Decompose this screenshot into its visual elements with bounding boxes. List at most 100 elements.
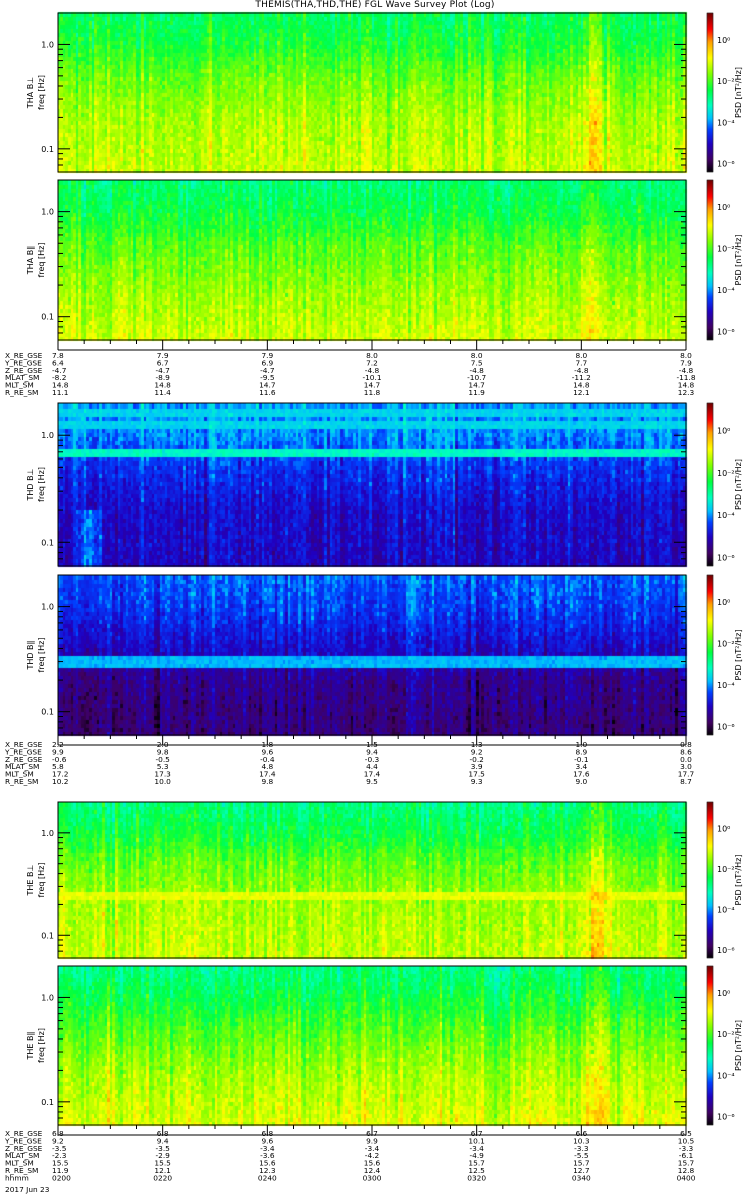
panel-component-label: THD B⊥ bbox=[26, 468, 35, 501]
y-axis-label: freq [Hz] bbox=[37, 243, 46, 278]
spectrogram-panel-2: 1.0 0.1 THD B⊥ freq [Hz] 10⁰ 10⁻² 10⁻⁴ 10⁻⁶ PSD … bbox=[26, 402, 743, 567]
y-tick-label: 1.0 bbox=[41, 603, 54, 612]
ephemeris-value: 11.1 bbox=[52, 388, 69, 397]
colorbar-tick-label: 10⁰ bbox=[717, 598, 730, 607]
ephemeris-value: 0340 bbox=[572, 1173, 591, 1182]
ephemeris-value: 9.0 bbox=[575, 777, 587, 786]
colorbar-tick-label: 10⁻² bbox=[717, 77, 735, 86]
ephemeris-value: 0300 bbox=[363, 1173, 382, 1182]
ephemeris-value: 9.8 bbox=[261, 777, 273, 786]
panel-frame bbox=[57, 402, 687, 567]
colorbar-tick-label: 10⁻⁴ bbox=[717, 681, 735, 690]
panel-frame bbox=[57, 12, 687, 173]
ephemeris-value: 11.8 bbox=[364, 388, 381, 397]
colorbar bbox=[706, 179, 714, 341]
y-axis-label: freq [Hz] bbox=[37, 863, 46, 898]
colorbar-tick-label: 10⁰ bbox=[717, 824, 730, 833]
ephemeris-value: 12.3 bbox=[678, 388, 695, 397]
colorbar bbox=[706, 965, 714, 1126]
spectrogram-panel-1: 1.0 0.1 THA B∥ freq [Hz] 10⁰ 10⁻² 10⁻⁴ 10⁻⁶ PSD … bbox=[26, 179, 743, 351]
ephemeris-row-label: R_RE_SM bbox=[5, 388, 38, 397]
ephemeris-value: 0220 bbox=[153, 1173, 172, 1182]
y-tick-label: 1.0 bbox=[41, 993, 54, 1002]
panel-component-label: THA B∥ bbox=[26, 246, 35, 275]
colorbar-tick-label: 10⁻⁴ bbox=[717, 118, 735, 127]
y-tick-label: 1.0 bbox=[41, 208, 54, 217]
ephemeris-value: 11.4 bbox=[154, 388, 171, 397]
colorbar-tick-label: 10⁻² bbox=[717, 640, 735, 649]
colorbar-tick-label: 10⁻⁶ bbox=[717, 1113, 735, 1122]
colorbar-label: PSD [nT²/Hz] bbox=[734, 630, 743, 681]
ephemeris-value: 10.0 bbox=[154, 777, 171, 786]
ephemeris-value: 11.6 bbox=[259, 388, 276, 397]
panel-component-label: THE B∥ bbox=[26, 1032, 35, 1061]
colorbar-tick-label: 10⁻⁴ bbox=[717, 905, 735, 914]
colorbar-tick-label: 10⁻⁴ bbox=[717, 1071, 735, 1080]
ephemeris-value: 0240 bbox=[258, 1173, 277, 1182]
colorbar-label: PSD [nT²/Hz] bbox=[734, 235, 743, 286]
colorbar-tick-label: 10⁻⁶ bbox=[717, 723, 735, 732]
colorbar-tick-label: 10⁻² bbox=[717, 1030, 735, 1039]
y-tick-label: 0.1 bbox=[41, 538, 54, 547]
panel-frame bbox=[57, 965, 687, 1126]
date-label: 2017 Jun 23 bbox=[5, 1185, 50, 1194]
colorbar bbox=[706, 12, 714, 173]
ephemeris-value: 9.3 bbox=[471, 777, 483, 786]
ephemeris-row-label: hhmm bbox=[5, 1173, 29, 1182]
ephemeris-value: 9.5 bbox=[366, 777, 378, 786]
panel-component-label: THE B⊥ bbox=[26, 864, 35, 896]
colorbar-label: PSD [nT²/Hz] bbox=[734, 855, 743, 906]
y-tick-label: 1.0 bbox=[41, 40, 54, 49]
spectrogram-panel-5: 1.0 0.1 THE B∥ freq [Hz] 10⁰ 10⁻² 10⁻⁴ 10⁻⁶ PSD … bbox=[26, 965, 743, 1136]
colorbar-tick-label: 10⁻⁴ bbox=[717, 286, 735, 295]
y-axis-label: freq [Hz] bbox=[37, 638, 46, 673]
colorbar-label: PSD [nT²/Hz] bbox=[734, 67, 743, 118]
colorbar bbox=[706, 402, 714, 567]
y-tick-label: 0.1 bbox=[41, 313, 54, 322]
colorbar bbox=[706, 574, 714, 736]
ephemeris-table-thd: X_RE_GSE 2.2 2.0 1.8 1.5 1.3 1.0 0.8Y_RE_GSE 9.9… bbox=[4, 740, 695, 786]
ephemeris-value: 0400 bbox=[677, 1173, 696, 1182]
y-tick-label: 0.1 bbox=[41, 1098, 54, 1107]
colorbar-tick-label: 10⁻⁴ bbox=[717, 511, 735, 520]
colorbar-tick-label: 10⁻⁶ bbox=[717, 328, 735, 337]
ephemeris-value: 0200 bbox=[52, 1173, 71, 1182]
colorbar-tick-label: 10⁻² bbox=[717, 245, 735, 254]
ephemeris-row-label: R_RE_SM bbox=[5, 777, 38, 786]
y-tick-label: 1.0 bbox=[41, 431, 54, 440]
colorbar-tick-label: 10⁰ bbox=[717, 36, 730, 45]
colorbar-tick-label: 10⁻² bbox=[717, 469, 735, 478]
spectrogram-panel-0: 1.0 0.1 THA B⊥ freq [Hz] 10⁰ 10⁻² 10⁻⁴ 10⁻⁶ PSD … bbox=[26, 12, 743, 173]
y-tick-label: 1.0 bbox=[41, 829, 54, 838]
colorbar-tick-label: 10⁻⁶ bbox=[717, 160, 735, 169]
panel-component-label: THA B⊥ bbox=[26, 77, 35, 109]
colorbar-tick-label: 10⁰ bbox=[717, 427, 730, 436]
y-axis-label: freq [Hz] bbox=[37, 467, 46, 502]
colorbar-label: PSD [nT²/Hz] bbox=[734, 1020, 743, 1071]
ephemeris-value: 11.9 bbox=[468, 388, 485, 397]
panel-frame bbox=[57, 801, 687, 959]
spectrogram-panel-3: 1.0 0.1 THD B∥ freq [Hz] 10⁰ 10⁻² 10⁻⁴ 10⁻⁶ PSD … bbox=[26, 574, 743, 746]
spectrogram-panel-4: 1.0 0.1 THE B⊥ freq [Hz] 10⁰ 10⁻² 10⁻⁴ 10⁻⁶ PSD … bbox=[26, 801, 743, 959]
y-axis-label: freq [Hz] bbox=[37, 75, 46, 110]
panel-frame bbox=[57, 574, 687, 736]
colorbar-tick-label: 10⁰ bbox=[717, 203, 730, 212]
ephemeris-table-tha: X_RE_GSE 7.8 7.9 7.9 8.0 8.0 8.0 8.0Y_RE_GSE 6.4… bbox=[4, 351, 696, 397]
ephemeris-value: 10.2 bbox=[52, 777, 68, 786]
ephemeris-value: 0320 bbox=[467, 1173, 486, 1182]
ephemeris-value: 12.1 bbox=[573, 388, 590, 397]
y-axis-label: freq [Hz] bbox=[37, 1028, 46, 1063]
y-tick-label: 0.1 bbox=[41, 145, 54, 154]
panel-frame bbox=[57, 179, 687, 341]
colorbar-tick-label: 10⁻⁶ bbox=[717, 946, 735, 955]
colorbar-tick-label: 10⁻² bbox=[717, 865, 735, 874]
panel-component-label: THD B∥ bbox=[26, 640, 35, 670]
colorbar bbox=[706, 801, 714, 959]
ephemeris-table-the: X_RE_GSE 6.8 6.8 6.8 6.7 6.7 6.6 6.5Y_RE_GSE 9.2… bbox=[4, 1129, 696, 1182]
colorbar-tick-label: 10⁰ bbox=[717, 989, 730, 998]
y-tick-label: 0.1 bbox=[41, 708, 54, 717]
colorbar-label: PSD [nT²/Hz] bbox=[734, 459, 743, 510]
y-tick-label: 0.1 bbox=[41, 931, 54, 940]
plot-axes-overlay: 1.00.1THA B⊥ freq [Hz]10⁰10⁻²10⁻⁴10⁻⁶PSD … bbox=[4, 12, 743, 1182]
ephemeris-value: 8.7 bbox=[680, 777, 692, 786]
